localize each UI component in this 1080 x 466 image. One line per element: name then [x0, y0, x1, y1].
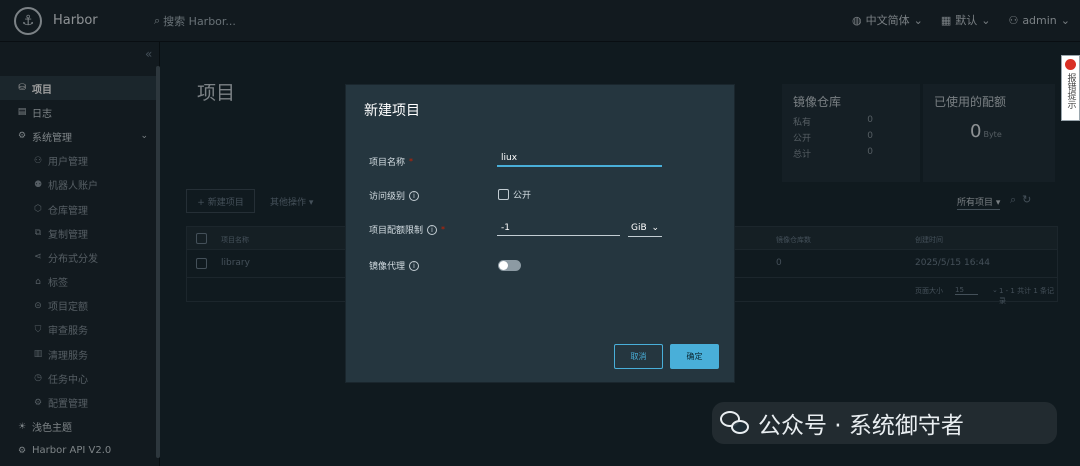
project-name-label: 项目名称 *: [369, 157, 414, 168]
wechat-watermark: 公众号 · 系统御守者: [712, 402, 1057, 444]
access-level-label: 访问级别 i: [369, 189, 420, 202]
chevron-down-icon: ⌄: [651, 223, 659, 233]
proxy-cache-toggle[interactable]: [498, 260, 521, 271]
checkbox-box[interactable]: [498, 189, 509, 200]
quota-unit-select[interactable]: GiB ⌄: [628, 220, 662, 237]
wechat-icon: [720, 408, 750, 438]
quota-limit-input[interactable]: [497, 220, 620, 236]
public-checkbox[interactable]: 公开: [498, 188, 531, 201]
error-report-tab[interactable]: 报错提示: [1061, 55, 1080, 121]
cancel-button[interactable]: 取消: [614, 344, 663, 369]
required-marker: *: [441, 225, 446, 234]
proxy-cache-label: 镜像代理 i: [369, 259, 420, 272]
new-project-dialog: 新建项目 项目名称 * 访问级别 i 公开 项目配额限制 i * GiB ⌄ 镜…: [345, 84, 735, 383]
info-icon[interactable]: i: [409, 190, 420, 201]
project-name-input[interactable]: [497, 151, 662, 167]
dialog-title: 新建项目: [364, 103, 420, 119]
toggle-knob: [499, 261, 508, 270]
info-icon[interactable]: i: [427, 224, 438, 235]
error-icon: [1065, 59, 1076, 70]
required-marker: *: [409, 157, 414, 166]
confirm-button[interactable]: 确定: [670, 344, 719, 369]
info-icon[interactable]: i: [409, 260, 420, 271]
quota-limit-label: 项目配额限制 i *: [369, 224, 446, 236]
